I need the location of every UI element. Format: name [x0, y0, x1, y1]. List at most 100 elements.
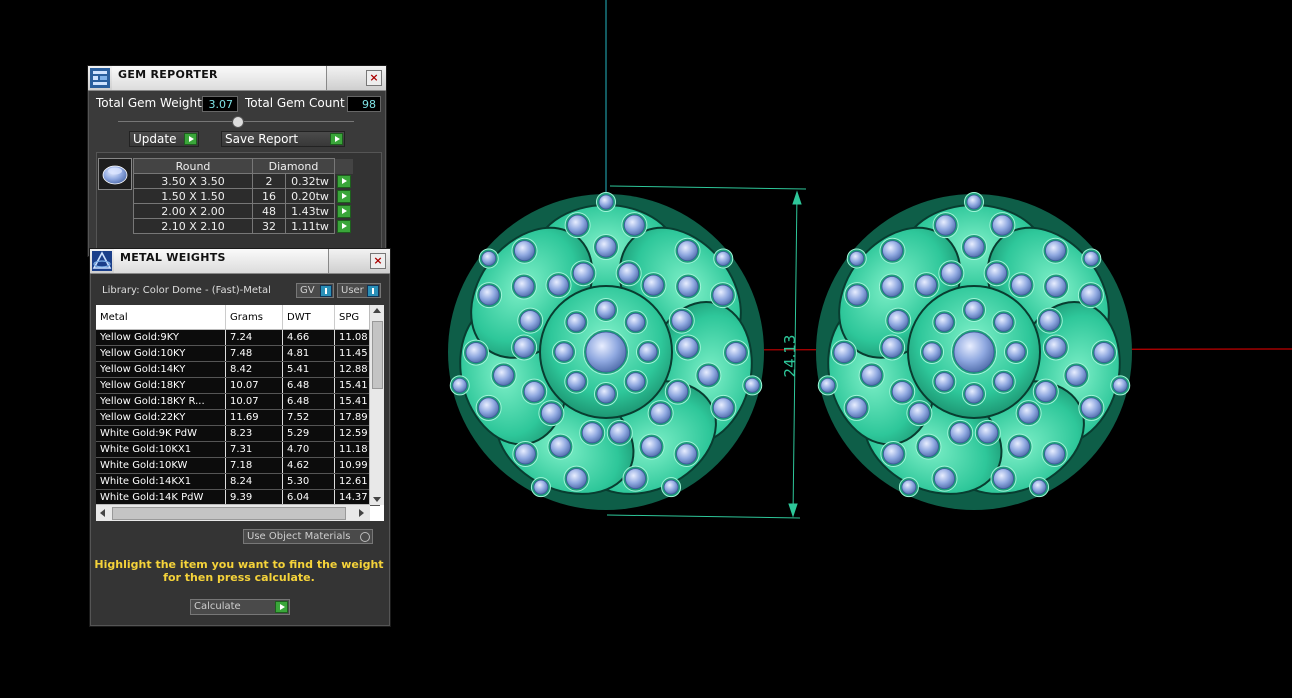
gem-size: 2.00 X 2.00 — [133, 203, 253, 219]
chevron-left-icon[interactable] — [100, 509, 105, 517]
calculate-button[interactable]: Calculate — [190, 599, 290, 615]
instruction-line-1: Highlight the item you want to find the … — [94, 558, 384, 571]
table-row[interactable]: Yellow Gold:9KY 7.24 4.66 11.08 — [96, 329, 380, 346]
vertical-scrollbar[interactable] — [369, 305, 384, 505]
gemstone — [1093, 342, 1115, 363]
cell-dwt: 7.52 — [282, 409, 335, 426]
user-toggle[interactable]: User — [337, 283, 381, 298]
update-button[interactable]: Update — [129, 131, 199, 147]
gemstone — [465, 342, 487, 363]
gemstone — [994, 312, 1014, 332]
gemstone — [901, 479, 917, 495]
gemstone — [643, 274, 664, 296]
cell-dwt: 4.62 — [282, 457, 335, 474]
arrow-right-icon[interactable] — [337, 189, 351, 203]
gem-reporter-titlebar[interactable]: GEM REPORTER × — [88, 66, 386, 91]
gem-row[interactable]: 3.50 X 3.50 2 0.32tw — [133, 173, 354, 189]
arrow-right-icon[interactable] — [337, 219, 351, 233]
gemstone — [596, 300, 616, 320]
gemstone — [595, 236, 617, 258]
table-row[interactable]: White Gold:14KX1 8.24 5.30 12.61 — [96, 473, 380, 490]
table-row[interactable]: Yellow Gold:18KY 10.07 6.48 15.41 — [96, 377, 380, 394]
column-header-dwt[interactable]: DWT — [282, 305, 335, 330]
splitter-knob-icon[interactable] — [232, 116, 244, 128]
metal-weights-title: METAL WEIGHTS — [120, 251, 226, 264]
gemstone — [514, 443, 536, 465]
gemstone — [513, 276, 535, 297]
gemstone — [916, 274, 937, 296]
gemstone — [567, 214, 589, 236]
arrow-right-icon[interactable] — [337, 174, 351, 188]
scroll-thumb[interactable] — [112, 507, 346, 520]
user-toggle-label: User — [341, 285, 364, 296]
cell-grams: 7.31 — [225, 441, 283, 458]
gem-size: 3.50 X 3.50 — [133, 173, 253, 189]
gemstone — [1045, 240, 1066, 262]
cell-dwt: 4.70 — [282, 441, 335, 458]
cell-grams: 11.69 — [225, 409, 283, 426]
library-label: Library: Color Dome - (Fast)-Metal — [102, 285, 271, 296]
gemstone — [550, 436, 571, 458]
table-row[interactable]: Yellow Gold:22KY 11.69 7.52 17.89 — [96, 409, 380, 426]
gemstone — [566, 468, 587, 490]
table-row[interactable]: Yellow Gold:10KY 7.48 4.81 11.45 — [96, 345, 380, 362]
table-row[interactable]: White Gold:10KX1 7.31 4.70 11.18 — [96, 441, 380, 458]
gem-row[interactable]: 1.50 X 1.50 16 0.20tw — [133, 188, 354, 204]
gemstone — [478, 284, 500, 306]
cell-grams: 8.24 — [225, 473, 283, 490]
cell-grams: 10.07 — [225, 393, 283, 410]
cell-dwt: 4.66 — [282, 329, 335, 346]
gemstone — [598, 194, 614, 210]
gemstone — [478, 397, 500, 419]
gv-toggle[interactable]: GV — [296, 283, 334, 298]
gemstone — [663, 479, 679, 495]
gemstone — [609, 422, 631, 444]
arrow-right-icon — [184, 133, 197, 145]
gem-material-header: Diamond — [252, 158, 335, 174]
gemstone — [846, 397, 868, 419]
gemstone — [949, 422, 971, 444]
scroll-thumb[interactable] — [372, 321, 383, 389]
column-header-metal[interactable]: Metal — [96, 305, 226, 330]
gemstone — [882, 443, 904, 465]
metal-weights-table[interactable]: Metal Grams DWT SPG Yellow Gold:9KY 7.24 4… — [96, 305, 384, 521]
column-header-grams[interactable]: Grams — [225, 305, 283, 330]
gemstone — [846, 284, 868, 306]
horizontal-scrollbar[interactable] — [96, 504, 370, 521]
table-row[interactable]: White Gold:10KW 7.18 4.62 10.99 — [96, 457, 380, 474]
gemstone — [585, 331, 627, 373]
gemstone — [934, 468, 955, 490]
round-gem-icon[interactable] — [98, 158, 132, 190]
cell-metal: White Gold:10KX1 — [96, 441, 226, 458]
table-row[interactable]: Yellow Gold:14KY 8.42 5.41 12.88 — [96, 361, 380, 378]
gemstone — [671, 310, 693, 331]
table-row[interactable]: White Gold:9K PdW 8.23 5.29 12.59 — [96, 425, 380, 442]
gemstone — [523, 381, 545, 403]
gemstone — [1112, 377, 1128, 393]
gemstone — [1035, 381, 1057, 403]
close-icon[interactable]: × — [370, 253, 386, 269]
arrow-right-icon[interactable] — [337, 204, 351, 218]
gemstone — [626, 312, 646, 332]
gemstone — [849, 251, 865, 266]
gemstone — [712, 397, 734, 419]
gem-row[interactable]: 2.10 X 2.10 32 1.11tw — [133, 218, 354, 234]
use-object-materials-button[interactable]: Use Object Materials — [243, 529, 373, 544]
cell-metal: White Gold:14KX1 — [96, 473, 226, 490]
chevron-down-icon[interactable] — [373, 497, 381, 502]
chevron-right-icon[interactable] — [359, 509, 364, 517]
save-report-button-label: Save Report — [225, 132, 299, 146]
gem-summary-table: Round Diamond 3.50 X 3.50 2 0.32tw 1.50 … — [133, 158, 354, 234]
close-icon[interactable]: × — [366, 70, 382, 86]
table-row[interactable]: Yellow Gold:18KY R... 10.07 6.48 15.41 — [96, 393, 380, 410]
chevron-up-icon[interactable] — [373, 308, 381, 313]
gemstone — [833, 342, 855, 363]
gem-row[interactable]: 2.00 X 2.00 48 1.43tw — [133, 203, 354, 219]
save-report-button[interactable]: Save Report — [221, 131, 345, 147]
gemstone — [1006, 342, 1026, 362]
earring-right — [816, 192, 1132, 510]
gemstone — [554, 342, 574, 362]
gemstone — [638, 342, 658, 362]
cell-metal: Yellow Gold:18KY R... — [96, 393, 226, 410]
metal-weights-titlebar[interactable]: METAL WEIGHTS × — [90, 249, 390, 274]
